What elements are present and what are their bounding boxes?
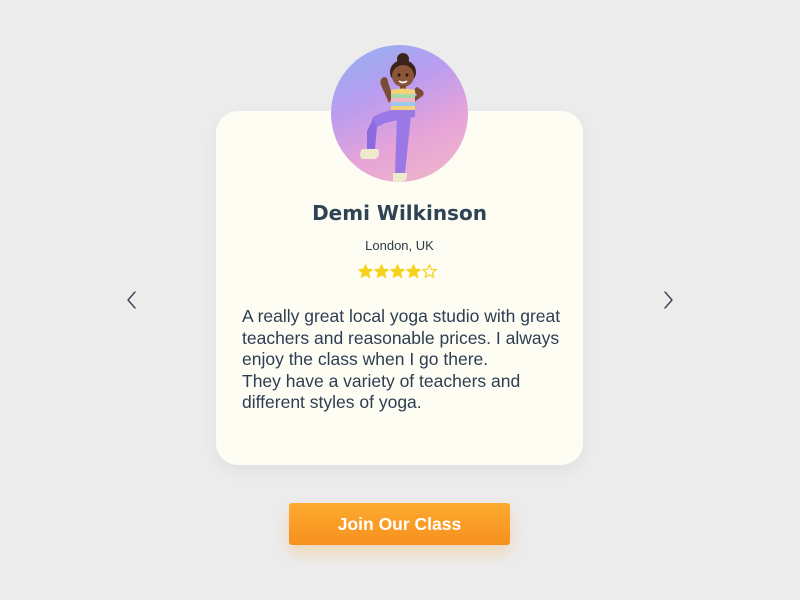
- chevron-right-icon: [664, 291, 673, 309]
- star-filled-icon: [358, 264, 373, 278]
- reviewer-location: London, UK: [365, 238, 434, 253]
- person-avatar-icon: [360, 53, 424, 182]
- star-filled-icon: [374, 264, 389, 278]
- star-rating: [358, 264, 437, 279]
- previous-button[interactable]: [121, 289, 143, 311]
- star-filled-icon: [406, 264, 421, 278]
- review-text: A really great local yoga studio with gr…: [242, 306, 564, 414]
- review-paragraph: They have a variety of teachers and diff…: [242, 370, 521, 413]
- avatar: [331, 45, 468, 182]
- reviewer-name: Demi Wilkinson: [312, 201, 487, 225]
- next-button[interactable]: [657, 289, 679, 311]
- star-empty-icon: [422, 264, 437, 278]
- join-class-button[interactable]: Join Our Class: [289, 503, 510, 545]
- star-filled-icon: [390, 264, 405, 278]
- review-paragraph: A really great local yoga studio with gr…: [242, 306, 561, 369]
- chevron-left-icon: [127, 291, 136, 309]
